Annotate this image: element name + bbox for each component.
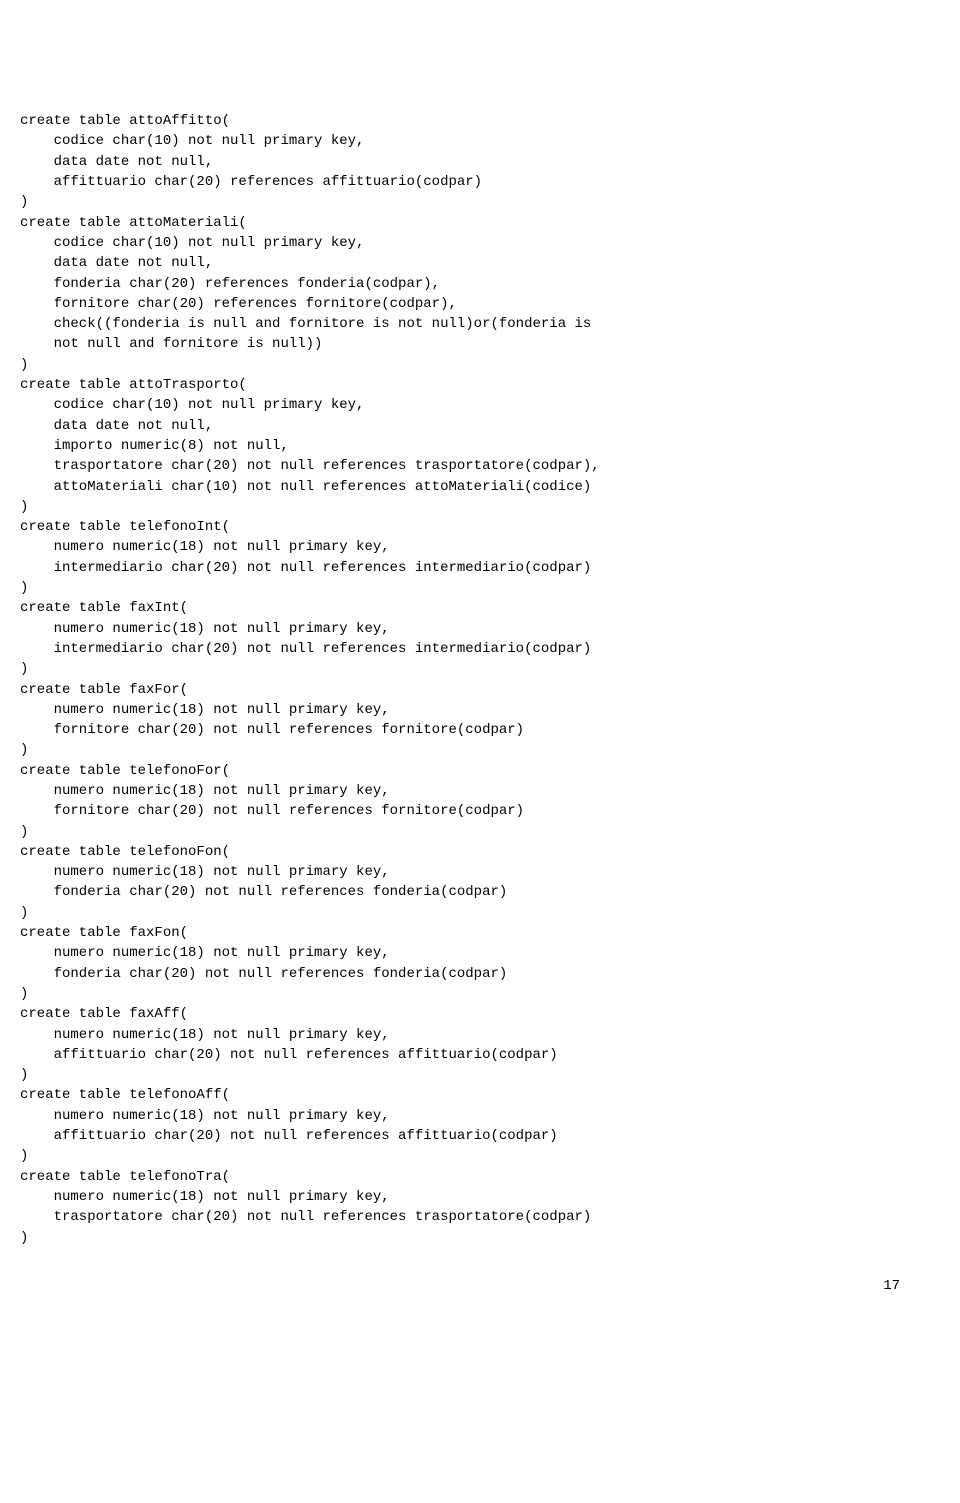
- page-number: 17: [20, 1276, 940, 1296]
- code-block: create table attoAffitto( codice char(10…: [20, 111, 940, 1248]
